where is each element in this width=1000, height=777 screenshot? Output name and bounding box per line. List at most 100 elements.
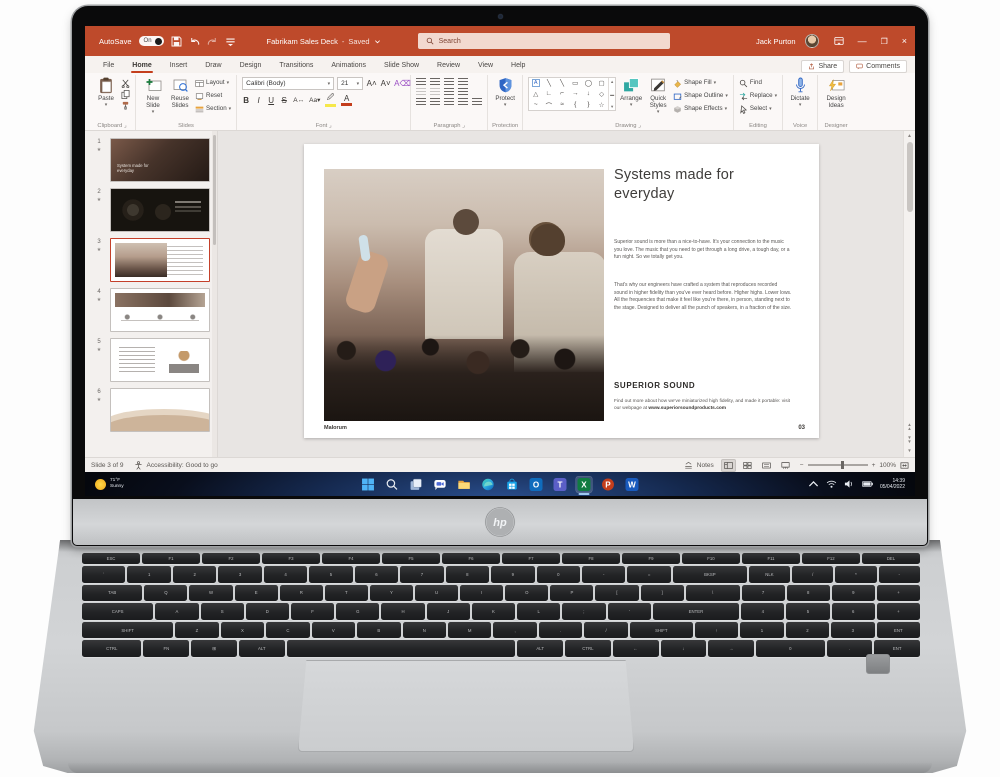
slide-thumbnail-2[interactable] (110, 188, 210, 232)
taskbar-explorer-icon[interactable] (456, 476, 473, 493)
search-input[interactable]: Search (418, 33, 670, 49)
justify-icon[interactable] (458, 98, 468, 106)
taskbar-excel-icon[interactable]: X (576, 476, 593, 493)
paste-button[interactable]: Paste▾ (94, 77, 118, 119)
align-center-icon[interactable] (430, 98, 440, 106)
align-left-icon[interactable] (416, 98, 426, 106)
design-ideas-button[interactable]: Design Ideas (823, 77, 849, 119)
fit-to-window-icon[interactable] (900, 461, 909, 470)
taskbar-chat-icon[interactable] (432, 476, 449, 493)
slide-thumbnail-1[interactable]: System made for everyday (110, 138, 210, 182)
tab-help[interactable]: Help (503, 59, 533, 73)
avatar[interactable] (805, 34, 819, 48)
restore-icon[interactable]: ❐ (881, 37, 888, 46)
numbering-icon[interactable] (430, 78, 440, 86)
character-spacing-icon[interactable]: A↔ (293, 97, 304, 104)
slide-thumbnail-5[interactable] (110, 338, 210, 382)
slide-sorter-icon[interactable] (741, 460, 754, 471)
shape-glyph[interactable]: ▭ (572, 78, 578, 88)
tab-design[interactable]: Design (232, 59, 270, 73)
slide-canvas[interactable]: Systems made for everyday Superior sound… (304, 144, 819, 438)
scroll-down-icon[interactable]: ▼ (907, 449, 911, 454)
tab-insert[interactable]: Insert (162, 59, 196, 73)
section-button[interactable]: Section▾ (195, 105, 231, 114)
layout-button[interactable]: Layout▾ (195, 79, 231, 88)
shape-glyph[interactable]: { (574, 100, 576, 110)
animation-star-icon[interactable]: ★ (97, 297, 101, 303)
find-button[interactable]: Find (739, 79, 777, 88)
slide-cta-text[interactable]: Find out more about how we've miniaturiz… (614, 398, 796, 413)
animation-star-icon[interactable]: ★ (97, 397, 101, 403)
scrollbar-thumb[interactable] (907, 142, 913, 212)
reading-view-icon[interactable] (760, 460, 773, 471)
accessibility-status[interactable]: Accessibility: Good to go (134, 461, 218, 470)
taskbar-word-icon[interactable]: W (624, 476, 641, 493)
line-spacing-icon[interactable] (444, 78, 454, 86)
quick-styles-button[interactable]: Quick Styles▾ (646, 77, 670, 119)
save-icon[interactable] (171, 36, 182, 47)
taskbar-task-view-icon[interactable] (408, 476, 425, 493)
slide-paragraph-1[interactable]: Superior sound is more than a nice-to-ha… (614, 239, 792, 262)
share-button[interactable]: Share (801, 60, 844, 73)
decrease-indent-icon[interactable] (416, 88, 426, 96)
slide-title[interactable]: Systems made for everyday (614, 166, 774, 203)
highlight-color-icon[interactable]: 🖉 (325, 93, 336, 107)
taskbar-search-icon[interactable] (384, 476, 401, 493)
columns-icon[interactable] (444, 88, 454, 96)
shape-glyph[interactable]: ╲ (560, 78, 564, 88)
minimize-icon[interactable]: — (858, 36, 867, 46)
speaker-icon[interactable] (844, 479, 855, 489)
shape-glyph[interactable]: ╲ (547, 78, 551, 88)
shape-glyph[interactable]: ◇ (599, 89, 604, 99)
slide-thumbnail-3[interactable] (110, 238, 210, 282)
autosave-toggle[interactable]: On (139, 36, 164, 46)
new-slide-button[interactable]: New Slide▾ (141, 77, 165, 119)
notes-button[interactable]: Notes (684, 461, 714, 470)
shapes-gallery-scrollbar[interactable]: ▲▬▼ (608, 78, 615, 110)
shape-glyph[interactable]: ▢ (598, 78, 604, 88)
text-height-icon[interactable] (458, 78, 468, 86)
cut-icon[interactable] (121, 79, 130, 88)
taskbar-edge-icon[interactable] (480, 476, 497, 493)
protect-button[interactable]: Protect▾ (493, 77, 517, 119)
tab-animations[interactable]: Animations (323, 59, 374, 73)
align-right-icon[interactable] (444, 98, 454, 106)
scroll-up-icon[interactable]: ▲ (907, 133, 912, 139)
ribbon-options-icon[interactable] (834, 36, 844, 46)
shape-glyph[interactable]: ≈ (560, 100, 564, 110)
tab-file[interactable]: File (95, 59, 122, 73)
underline-button[interactable]: U (267, 96, 275, 105)
increase-font-icon[interactable]: A˄ (366, 79, 377, 88)
copy-icon[interactable] (121, 90, 130, 99)
battery-icon[interactable] (862, 479, 873, 489)
shape-glyph[interactable]: ◯ (585, 78, 592, 88)
decrease-font-icon[interactable]: A˅ (380, 79, 391, 88)
change-case-icon[interactable]: Aa▾ (309, 96, 320, 104)
select-button[interactable]: Select▾ (739, 105, 777, 114)
hidden-icons-chevron[interactable] (808, 479, 819, 489)
format-painter-icon[interactable] (121, 101, 130, 110)
shape-glyph[interactable]: ~ (534, 100, 538, 110)
next-slide-button[interactable]: ▼▼ (907, 436, 911, 445)
wifi-icon[interactable] (826, 479, 837, 489)
vertical-scrollbar[interactable]: ▲ ▲▲ ▼▼ ▼ (903, 131, 915, 457)
zoom-slider[interactable] (808, 464, 868, 466)
shape-effects-button[interactable]: Shape Effects▾ (673, 105, 728, 114)
font-size-select[interactable]: 21▾ (337, 77, 363, 90)
zoom-level[interactable]: 100% (879, 462, 896, 469)
shapes-gallery[interactable]: A╲╲▭◯▢△∟⌐→↓◇~⌒≈{}☆▲▬▼ (528, 77, 616, 111)
arrange-button[interactable]: Arrange▾ (619, 77, 643, 119)
shape-glyph[interactable]: ∟ (546, 89, 552, 99)
shape-outline-button[interactable]: Shape Outline▾ (673, 92, 728, 101)
increase-indent-icon[interactable] (430, 88, 440, 96)
shape-glyph[interactable]: ☆ (599, 100, 605, 110)
animation-star-icon[interactable]: ★ (97, 247, 101, 253)
tab-transitions[interactable]: Transitions (271, 59, 321, 73)
shape-fill-button[interactable]: Shape Fill▾ (673, 79, 728, 88)
reuse-slides-button[interactable]: Reuse Slides (168, 77, 192, 119)
font-color-icon[interactable]: A (341, 94, 352, 106)
reset-button[interactable]: Reset (195, 92, 231, 101)
tab-draw[interactable]: Draw (197, 59, 229, 73)
slide-thumbnail-4[interactable] (110, 288, 210, 332)
shape-glyph[interactable]: ↓ (587, 89, 590, 99)
